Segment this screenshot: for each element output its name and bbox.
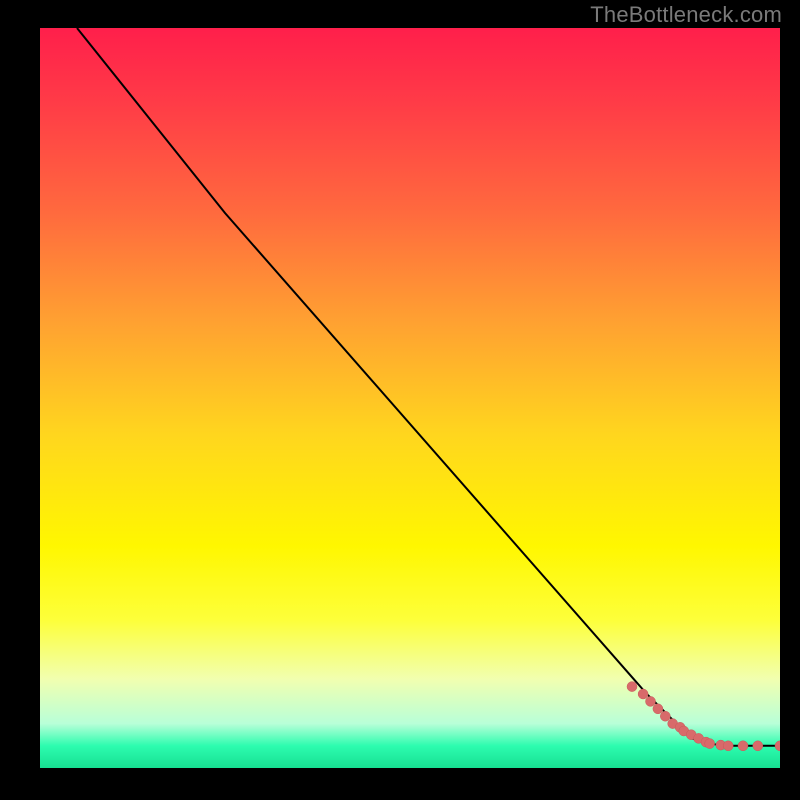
sample-point	[638, 689, 648, 699]
sample-point	[705, 739, 715, 749]
chart-overlay-svg	[40, 28, 780, 768]
sample-point	[627, 682, 637, 692]
sample-points-group	[627, 682, 780, 751]
attribution-label: TheBottleneck.com	[590, 2, 782, 28]
sample-point	[646, 696, 656, 706]
sample-point	[738, 741, 748, 751]
sample-point	[775, 741, 780, 751]
chart-frame: TheBottleneck.com	[0, 0, 800, 800]
bottleneck-curve	[77, 28, 780, 746]
plot-area	[40, 28, 780, 768]
sample-point	[653, 704, 663, 714]
sample-point	[753, 741, 763, 751]
sample-point	[660, 711, 670, 721]
sample-point	[723, 741, 733, 751]
